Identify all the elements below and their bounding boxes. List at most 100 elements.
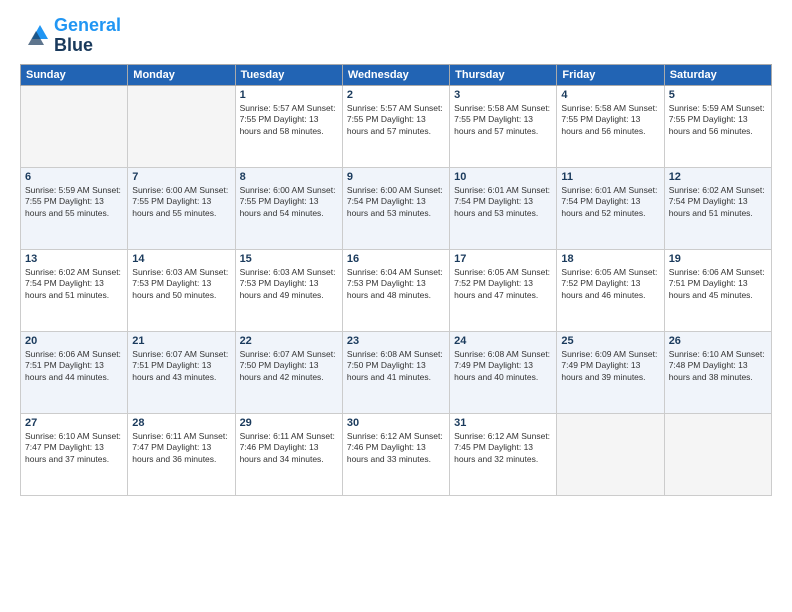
day-number: 20 [25, 335, 123, 347]
day-number: 29 [240, 417, 338, 429]
day-number: 9 [347, 171, 445, 183]
day-number: 28 [132, 417, 230, 429]
day-info: Sunrise: 6:02 AM Sunset: 7:54 PM Dayligh… [25, 267, 123, 301]
calendar-week-row: 1Sunrise: 5:57 AM Sunset: 7:55 PM Daylig… [21, 85, 772, 167]
day-info: Sunrise: 5:59 AM Sunset: 7:55 PM Dayligh… [669, 103, 767, 137]
calendar-cell: 4 Sunrise: 5:58 AM Sunset: 7:55 PM Daylig… [557, 85, 664, 167]
calendar-cell: 1Sunrise: 5:57 AM Sunset: 7:55 PM Daylig… [235, 85, 342, 167]
calendar-table: SundayMondayTuesdayWednesdayThursdayFrid… [20, 64, 772, 496]
weekday-header-friday: Friday [557, 64, 664, 85]
weekday-header-row: SundayMondayTuesdayWednesdayThursdayFrid… [21, 64, 772, 85]
day-info: Sunrise: 6:04 AM Sunset: 7:53 PM Dayligh… [347, 267, 445, 301]
calendar-cell: 16 Sunrise: 6:04 AM Sunset: 7:53 PM Dayli… [342, 249, 449, 331]
calendar-cell: 22 Sunrise: 6:07 AM Sunset: 7:50 PM Dayli… [235, 331, 342, 413]
day-info: Sunrise: 6:12 AM Sunset: 7:46 PM Dayligh… [347, 431, 445, 465]
calendar-cell [128, 85, 235, 167]
day-number: 7 [132, 171, 230, 183]
weekday-header-wednesday: Wednesday [342, 64, 449, 85]
day-number: 4 [561, 89, 659, 101]
calendar-cell: 2Sunrise: 5:57 AM Sunset: 7:55 PM Daylig… [342, 85, 449, 167]
day-info: Sunrise: 5:58 AM Sunset: 7:55 PM Dayligh… [454, 103, 552, 137]
day-number: 27 [25, 417, 123, 429]
calendar-week-row: 13Sunrise: 6:02 AM Sunset: 7:54 PM Dayli… [21, 249, 772, 331]
day-number: 8 [240, 171, 338, 183]
day-info: Sunrise: 6:06 AM Sunset: 7:51 PM Dayligh… [669, 267, 767, 301]
day-info: Sunrise: 6:07 AM Sunset: 7:50 PM Dayligh… [240, 349, 338, 383]
calendar-cell: 13Sunrise: 6:02 AM Sunset: 7:54 PM Dayli… [21, 249, 128, 331]
calendar-cell: 3Sunrise: 5:58 AM Sunset: 7:55 PM Daylig… [450, 85, 557, 167]
day-number: 6 [25, 171, 123, 183]
calendar-cell: 28 Sunrise: 6:11 AM Sunset: 7:47 PM Dayli… [128, 413, 235, 495]
day-info: Sunrise: 6:01 AM Sunset: 7:54 PM Dayligh… [454, 185, 552, 219]
calendar-cell: 10 Sunrise: 6:01 AM Sunset: 7:54 PM Dayli… [450, 167, 557, 249]
calendar-cell: 29 Sunrise: 6:11 AM Sunset: 7:46 PM Dayli… [235, 413, 342, 495]
day-info: Sunrise: 6:08 AM Sunset: 7:49 PM Dayligh… [454, 349, 552, 383]
calendar-cell: 20 Sunrise: 6:06 AM Sunset: 7:51 PM Dayli… [21, 331, 128, 413]
day-info: Sunrise: 6:12 AM Sunset: 7:45 PM Dayligh… [454, 431, 552, 465]
calendar-cell: 11Sunrise: 6:01 AM Sunset: 7:54 PM Dayli… [557, 167, 664, 249]
day-info: Sunrise: 6:00 AM Sunset: 7:55 PM Dayligh… [240, 185, 338, 219]
calendar-cell: 24Sunrise: 6:08 AM Sunset: 7:49 PM Dayli… [450, 331, 557, 413]
day-number: 10 [454, 171, 552, 183]
day-number: 18 [561, 253, 659, 265]
day-info: Sunrise: 6:11 AM Sunset: 7:46 PM Dayligh… [240, 431, 338, 465]
weekday-header-saturday: Saturday [664, 64, 771, 85]
day-info: Sunrise: 6:09 AM Sunset: 7:49 PM Dayligh… [561, 349, 659, 383]
logo: General Blue [20, 16, 121, 56]
page: General Blue SundayMondayTuesdayWednesda… [0, 0, 792, 612]
calendar-cell: 17 Sunrise: 6:05 AM Sunset: 7:52 PM Dayli… [450, 249, 557, 331]
calendar-cell: 19 Sunrise: 6:06 AM Sunset: 7:51 PM Dayli… [664, 249, 771, 331]
calendar-week-row: 27 Sunrise: 6:10 AM Sunset: 7:47 PM Dayli… [21, 413, 772, 495]
calendar-cell: 5 Sunrise: 5:59 AM Sunset: 7:55 PM Daylig… [664, 85, 771, 167]
day-number: 30 [347, 417, 445, 429]
calendar-cell: 18 Sunrise: 6:05 AM Sunset: 7:52 PM Dayli… [557, 249, 664, 331]
day-number: 23 [347, 335, 445, 347]
day-info: Sunrise: 6:06 AM Sunset: 7:51 PM Dayligh… [25, 349, 123, 383]
calendar-cell: 9 Sunrise: 6:00 AM Sunset: 7:54 PM Daylig… [342, 167, 449, 249]
day-number: 17 [454, 253, 552, 265]
calendar-cell: 23Sunrise: 6:08 AM Sunset: 7:50 PM Dayli… [342, 331, 449, 413]
day-info: Sunrise: 5:59 AM Sunset: 7:55 PM Dayligh… [25, 185, 123, 219]
calendar-cell: 8 Sunrise: 6:00 AM Sunset: 7:55 PM Daylig… [235, 167, 342, 249]
day-info: Sunrise: 6:11 AM Sunset: 7:47 PM Dayligh… [132, 431, 230, 465]
calendar-cell: 30 Sunrise: 6:12 AM Sunset: 7:46 PM Dayli… [342, 413, 449, 495]
day-number: 26 [669, 335, 767, 347]
day-number: 2 [347, 89, 445, 101]
calendar-cell [664, 413, 771, 495]
logo-text: General Blue [54, 16, 121, 56]
calendar-week-row: 20 Sunrise: 6:06 AM Sunset: 7:51 PM Dayli… [21, 331, 772, 413]
day-info: Sunrise: 6:00 AM Sunset: 7:55 PM Dayligh… [132, 185, 230, 219]
day-info: Sunrise: 6:03 AM Sunset: 7:53 PM Dayligh… [132, 267, 230, 301]
day-number: 16 [347, 253, 445, 265]
header: General Blue [20, 16, 772, 56]
day-number: 22 [240, 335, 338, 347]
calendar-cell [557, 413, 664, 495]
weekday-header-sunday: Sunday [21, 64, 128, 85]
calendar-cell: 27 Sunrise: 6:10 AM Sunset: 7:47 PM Dayli… [21, 413, 128, 495]
weekday-header-thursday: Thursday [450, 64, 557, 85]
calendar-cell: 31Sunrise: 6:12 AM Sunset: 7:45 PM Dayli… [450, 413, 557, 495]
day-info: Sunrise: 6:05 AM Sunset: 7:52 PM Dayligh… [454, 267, 552, 301]
calendar-cell: 14 Sunrise: 6:03 AM Sunset: 7:53 PM Dayli… [128, 249, 235, 331]
day-number: 1 [240, 89, 338, 101]
day-number: 21 [132, 335, 230, 347]
calendar-cell: 26 Sunrise: 6:10 AM Sunset: 7:48 PM Dayli… [664, 331, 771, 413]
calendar-cell: 7 Sunrise: 6:00 AM Sunset: 7:55 PM Daylig… [128, 167, 235, 249]
day-number: 5 [669, 89, 767, 101]
day-info: Sunrise: 6:10 AM Sunset: 7:48 PM Dayligh… [669, 349, 767, 383]
calendar-cell: 21Sunrise: 6:07 AM Sunset: 7:51 PM Dayli… [128, 331, 235, 413]
calendar-cell: 12Sunrise: 6:02 AM Sunset: 7:54 PM Dayli… [664, 167, 771, 249]
day-info: Sunrise: 6:05 AM Sunset: 7:52 PM Dayligh… [561, 267, 659, 301]
day-number: 15 [240, 253, 338, 265]
day-number: 19 [669, 253, 767, 265]
day-info: Sunrise: 6:00 AM Sunset: 7:54 PM Dayligh… [347, 185, 445, 219]
calendar-week-row: 6 Sunrise: 5:59 AM Sunset: 7:55 PM Daylig… [21, 167, 772, 249]
day-info: Sunrise: 5:58 AM Sunset: 7:55 PM Dayligh… [561, 103, 659, 137]
weekday-header-tuesday: Tuesday [235, 64, 342, 85]
day-info: Sunrise: 6:02 AM Sunset: 7:54 PM Dayligh… [669, 185, 767, 219]
day-info: Sunrise: 6:10 AM Sunset: 7:47 PM Dayligh… [25, 431, 123, 465]
day-number: 14 [132, 253, 230, 265]
day-number: 11 [561, 171, 659, 183]
day-info: Sunrise: 6:03 AM Sunset: 7:53 PM Dayligh… [240, 267, 338, 301]
calendar-cell: 15 Sunrise: 6:03 AM Sunset: 7:53 PM Dayli… [235, 249, 342, 331]
